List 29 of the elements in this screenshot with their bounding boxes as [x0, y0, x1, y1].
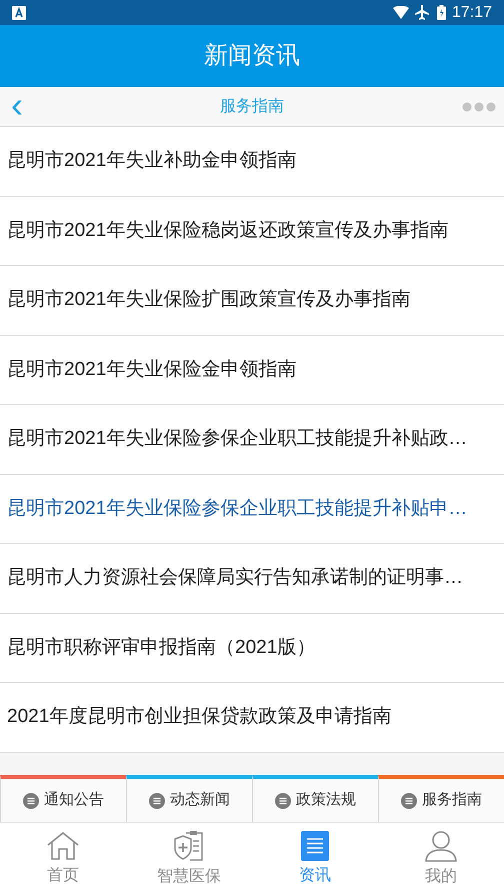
clock-time: 17:17 [452, 2, 492, 22]
shield-clipboard-icon [172, 830, 206, 862]
list-icon [149, 792, 165, 808]
article-title[interactable]: 昆明市2021年失业保险稳岗返还政策宣传及办事指南 [7, 216, 448, 245]
article-title[interactable]: 昆明市2021年失业保险扩围政策宣传及办事指南 [7, 286, 410, 314]
wifi-icon [392, 6, 409, 19]
category-tab[interactable]: 服务指南 [378, 775, 504, 822]
person-icon [424, 830, 458, 862]
list-icon [275, 792, 291, 808]
article-title[interactable]: 昆明市人力资源社会保障局实行告知承诺制的证明事… [7, 564, 463, 592]
article-title[interactable]: 昆明市2021年失业保险金申领指南 [7, 356, 296, 384]
article-title[interactable]: 2021年度昆明市创业担保贷款政策及申请指南 [7, 703, 392, 732]
category-tab[interactable]: 通知公告 [0, 775, 126, 822]
list-icon [401, 792, 417, 808]
app-notification-icon [12, 6, 26, 20]
article-title[interactable]: 昆明市职称评审申报指南（2021版） [7, 634, 316, 662]
section-title: 服务指南 [220, 96, 284, 116]
home-icon [46, 831, 80, 861]
category-tab[interactable]: 动态新闻 [126, 775, 252, 822]
category-tab[interactable]: 政策法规 [252, 775, 378, 822]
battery-icon [436, 5, 446, 20]
article-title[interactable]: 昆明市2021年失业保险参保企业职工技能提升补贴政… [7, 425, 468, 454]
list-icon [23, 792, 39, 808]
more-icon[interactable] [462, 102, 496, 112]
article-title[interactable]: 昆明市2021年失业保险参保企业职工技能提升补贴申… [7, 494, 468, 523]
page-title: 新闻资讯 [204, 41, 300, 71]
document-icon [301, 831, 329, 861]
airplane-icon [414, 5, 429, 20]
article-title[interactable]: 昆明市2021年失业补助金申领指南 [7, 147, 296, 176]
